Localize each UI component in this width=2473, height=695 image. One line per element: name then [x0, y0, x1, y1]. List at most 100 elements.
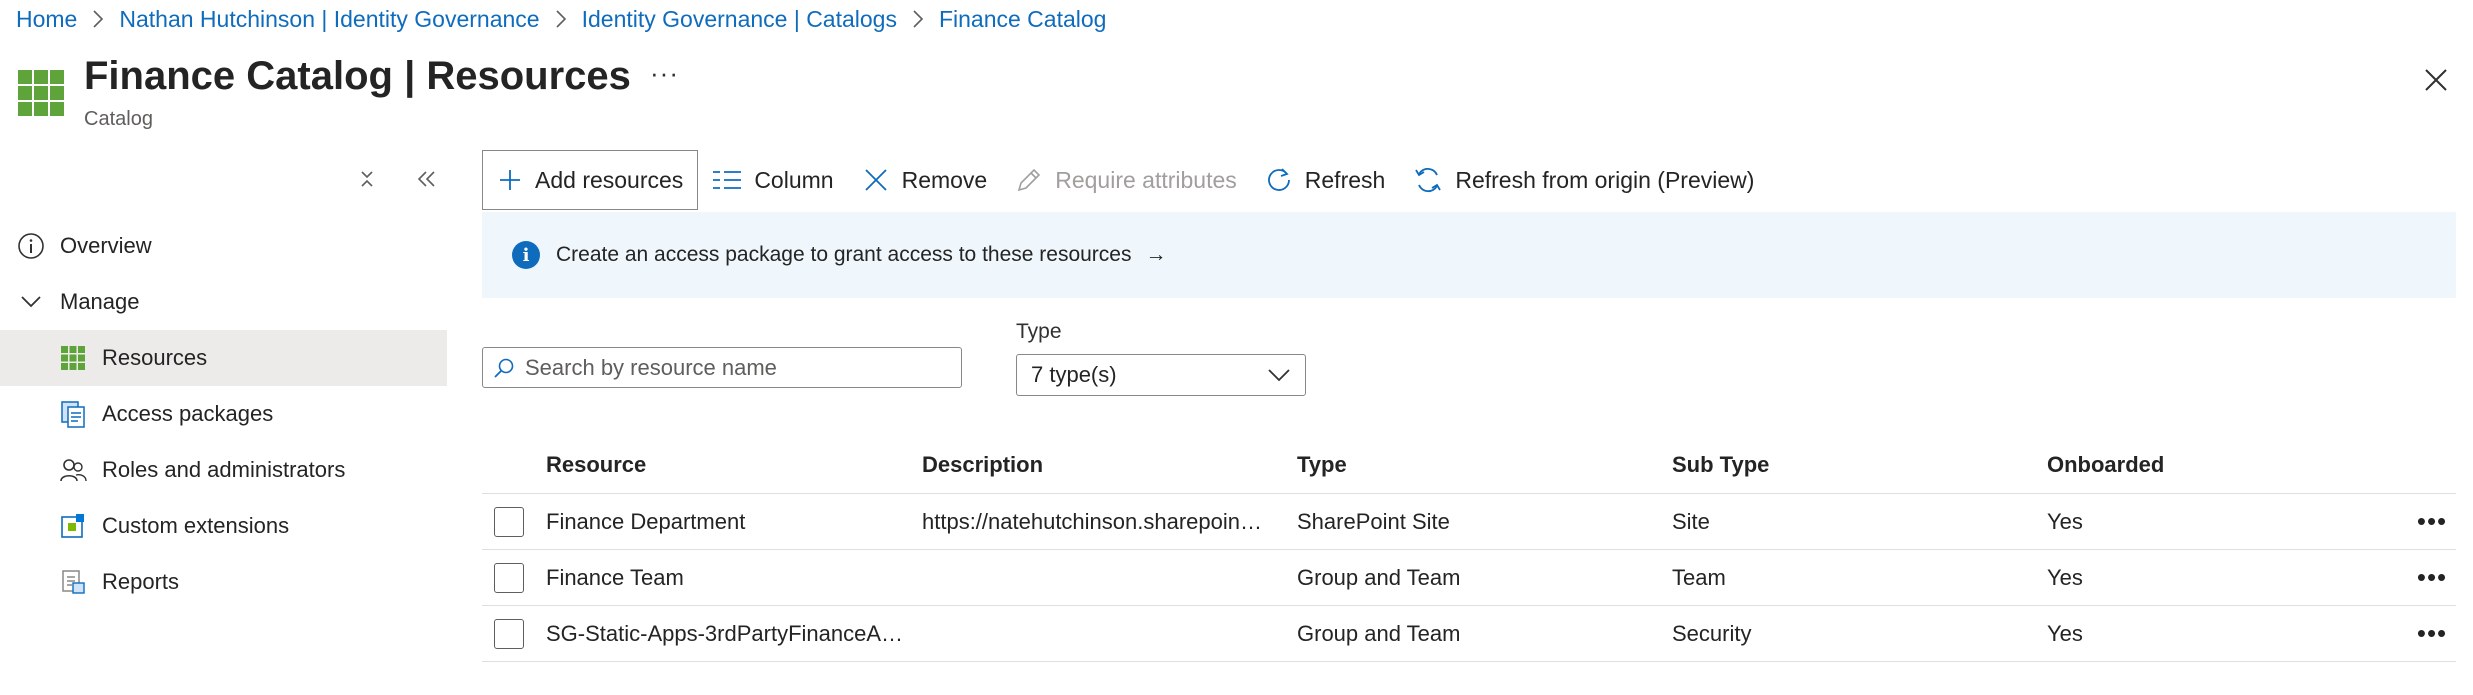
close-icon — [2425, 69, 2447, 91]
resources-table: Resource Description Type Sub Type Onboa… — [482, 436, 2456, 662]
search-input[interactable] — [525, 354, 945, 381]
sidebar-item-label: Resources — [102, 345, 208, 370]
sidebar-item-label: Access packages — [102, 401, 274, 426]
arrow-right-icon: → — [1145, 243, 1167, 266]
cell-resource: Finance Department — [546, 508, 746, 534]
breadcrumb-home[interactable]: Home — [16, 6, 77, 33]
extension-icon — [58, 511, 88, 541]
command-bar: Add resources Column Remove Require attr… — [482, 150, 1768, 210]
cell-type: SharePoint Site — [1297, 508, 1450, 534]
page-header: Finance Catalog | Resources Catalog — [18, 52, 631, 131]
table-row[interactable]: Finance Department https://natehutchinso… — [482, 494, 2456, 550]
sidebar-item-resources[interactable]: Resources — [0, 330, 447, 386]
sidebar-item-label: Custom extensions — [102, 513, 290, 538]
collapse-icon — [361, 171, 373, 187]
sidebar: Overview Manage Resources Access package… — [0, 218, 447, 610]
close-button[interactable] — [2420, 64, 2452, 96]
column-header-resource[interactable]: Resource — [546, 436, 906, 493]
refresh-from-origin-button[interactable]: Refresh from origin (Preview) — [1399, 150, 1768, 210]
info-banner[interactable]: i Create an access package to grant acce… — [482, 212, 2456, 298]
table-header-row: Resource Description Type Sub Type Onboa… — [482, 436, 2456, 494]
page-title-bold: Finance Catalog — [84, 54, 393, 98]
refresh-button[interactable]: Refresh — [1251, 150, 1400, 210]
refresh-from-origin-label: Refresh from origin (Preview) — [1455, 166, 1755, 193]
cell-subtype: Security — [1672, 620, 1752, 646]
cell-resource: SG-Static-Apps-3rdPartyFinanceA… — [546, 620, 904, 646]
info-circle-icon: i — [512, 241, 540, 269]
pencil-icon — [1018, 168, 1041, 192]
cell-onboarded: Yes — [2047, 508, 2083, 534]
type-filter-label: Type — [1016, 320, 1062, 343]
double-chevron-left-icon — [417, 171, 435, 187]
cell-type: Group and Team — [1297, 564, 1461, 590]
add-resources-button[interactable]: Add resources — [482, 150, 699, 210]
search-icon — [494, 358, 514, 378]
refresh-label: Refresh — [1304, 166, 1386, 193]
add-resources-label: Add resources — [535, 166, 684, 193]
page-subtitle: Catalog — [84, 108, 153, 130]
cell-description: https://natehutchinson.sharepoin… — [922, 494, 1282, 549]
type-filter-value: 7 type(s) — [1031, 362, 1117, 387]
column-button[interactable]: Column — [698, 150, 847, 210]
report-icon — [58, 567, 88, 597]
cell-type: Group and Team — [1297, 620, 1461, 646]
cell-onboarded: Yes — [2047, 564, 2083, 590]
column-header-type[interactable]: Type — [1297, 436, 1657, 493]
remove-button[interactable]: Remove — [848, 150, 1002, 210]
cell-resource: Finance Team — [546, 564, 684, 590]
column-header-description[interactable]: Description — [922, 436, 1282, 493]
people-icon — [58, 455, 88, 485]
row-checkbox[interactable] — [494, 506, 524, 537]
cell-description — [922, 550, 1282, 605]
chevron-right-icon — [911, 9, 925, 29]
row-checkbox[interactable] — [494, 562, 524, 593]
remove-icon — [864, 169, 887, 191]
breadcrumb-catalogs[interactable]: Identity Governance | Catalogs — [582, 6, 897, 33]
remove-label: Remove — [901, 166, 988, 193]
sidebar-item-custom-extensions[interactable]: Custom extensions — [0, 498, 447, 554]
row-more-button[interactable]: ••• — [2412, 550, 2452, 605]
more-options-button[interactable]: ··· — [650, 58, 679, 89]
breadcrumb-finance-catalog[interactable]: Finance Catalog — [939, 6, 1107, 33]
chevron-right-icon — [554, 9, 568, 29]
column-label: Column — [754, 166, 834, 193]
cell-onboarded: Yes — [2047, 620, 2083, 646]
table-row[interactable]: SG-Static-Apps-3rdPartyFinanceA… Group a… — [482, 606, 2456, 662]
chevron-right-icon — [91, 9, 105, 29]
collapse-all-button[interactable] — [352, 164, 382, 194]
collapse-sidebar-button[interactable] — [412, 164, 442, 194]
info-banner-text: Create an access package to grant access… — [556, 243, 1132, 266]
chevron-down-icon — [16, 287, 46, 317]
sidebar-item-roles[interactable]: Roles and administrators — [0, 442, 447, 498]
sidebar-item-label: Overview — [60, 233, 152, 258]
require-attributes-button[interactable]: Require attributes — [1001, 150, 1251, 210]
cell-description-text: https://natehutchinson.sharepoin… — [922, 508, 1263, 534]
grid-icon — [58, 343, 88, 373]
sidebar-item-label: Reports — [102, 569, 180, 594]
row-more-button[interactable]: ••• — [2412, 494, 2452, 549]
breadcrumb: Home Nathan Hutchinson | Identity Govern… — [16, 4, 1106, 34]
cell-subtype: Site — [1672, 508, 1710, 534]
row-checkbox[interactable] — [494, 618, 524, 649]
sidebar-item-label: Roles and administrators — [102, 457, 346, 482]
catalog-grid-icon — [18, 70, 64, 116]
search-box — [482, 347, 962, 388]
sidebar-item-overview[interactable]: Overview — [0, 218, 447, 274]
package-icon — [58, 399, 88, 429]
page-title: Finance Catalog | Resources — [84, 52, 631, 100]
info-icon — [16, 231, 46, 261]
page-title-rest: | Resources — [392, 54, 631, 98]
refresh-icon — [1267, 168, 1290, 191]
column-header-onboarded[interactable]: Onboarded — [2047, 436, 2347, 493]
type-filter-dropdown[interactable]: 7 type(s) — [1016, 354, 1306, 396]
column-header-subtype[interactable]: Sub Type — [1672, 436, 2032, 493]
table-row[interactable]: Finance Team Group and Team Team Yes ••• — [482, 550, 2456, 606]
columns-icon — [713, 171, 742, 189]
cell-subtype: Team — [1672, 564, 1726, 590]
sidebar-item-reports[interactable]: Reports — [0, 554, 447, 610]
sidebar-group-manage[interactable]: Manage — [0, 274, 447, 330]
breadcrumb-tenant[interactable]: Nathan Hutchinson | Identity Governance — [119, 6, 539, 33]
sidebar-item-access-packages[interactable]: Access packages — [0, 386, 447, 442]
plus-icon — [500, 170, 520, 190]
row-more-button[interactable]: ••• — [2412, 606, 2452, 661]
